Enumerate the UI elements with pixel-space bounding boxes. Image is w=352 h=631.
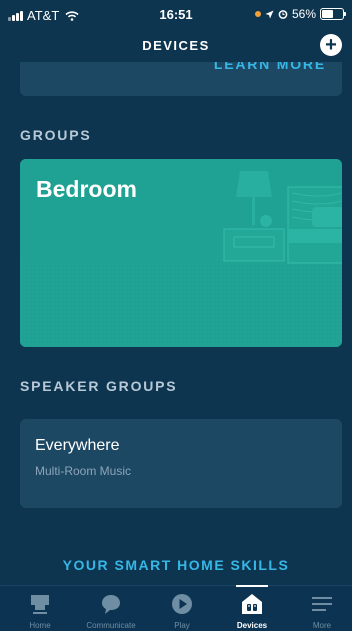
devices-icon [242,594,262,614]
nav-devices[interactable]: Devices [217,586,287,631]
chat-bubble-icon [102,595,120,614]
speaker-group-name: Everywhere [35,437,120,454]
add-device-button[interactable]: + [320,34,342,56]
nav-play-label: Play [174,621,190,630]
battery-percent: 56% [291,7,316,21]
speaker-group-type: Multi-Room Music [35,464,132,478]
nav-home[interactable]: Home [5,586,75,631]
page-title: DEVICES [142,38,210,53]
menu-icon [312,597,332,611]
smart-home-skills-link[interactable]: YOUR SMART HOME SKILLS [0,557,352,573]
groups-heading: GROUPS [20,127,92,143]
status-right: 56% [254,7,346,21]
group-name: Bedroom [36,176,137,202]
home-icon [31,595,49,614]
mic-indicator-icon [254,11,261,17]
battery-icon [320,8,346,20]
learn-more-link[interactable]: LEARN MORE [214,62,326,72]
group-card-bedroom[interactable]: Bedroom [20,159,342,347]
promo-card: LEARN MORE [20,62,342,96]
nav-more[interactable]: More [287,586,352,631]
nav-communicate[interactable]: Communicate [76,586,146,631]
speaker-group-card-everywhere[interactable]: Everywhere Multi-Room Music [20,419,342,508]
status-bar: AT&T 16:51 56% [0,0,352,30]
app-header: DEVICES + [0,30,352,62]
alarm-icon [278,10,288,19]
nav-play[interactable]: Play [147,586,217,631]
devices-screen: AT&T 16:51 56% DEVICES + LEARN MORE GROU… [0,0,352,631]
nav-devices-label: Devices [236,621,268,630]
nav-more-label: More [312,621,332,630]
play-icon [172,594,192,614]
bottom-nav: Home Communicate Play Devices More [0,585,352,631]
speaker-groups-heading: SPEAKER GROUPS [20,378,178,394]
location-icon [265,10,274,18]
nav-communicate-label: Communicate [86,621,136,630]
nav-home-label: Home [29,621,51,630]
